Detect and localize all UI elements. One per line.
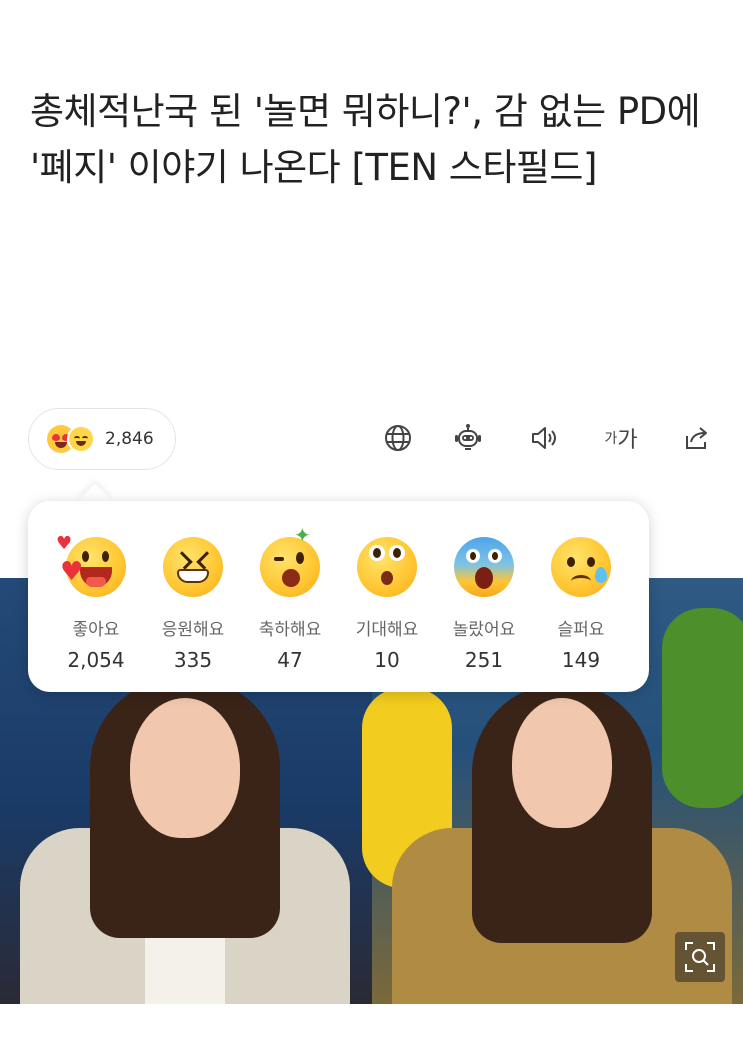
expect-face-icon <box>357 537 417 597</box>
zoom-image-button[interactable] <box>675 932 725 982</box>
reaction-count: 10 <box>374 648 400 672</box>
surprised-face-icon <box>454 537 514 597</box>
smile-face-icon <box>67 425 95 453</box>
love-face-icon: ♥ ♥ <box>56 535 126 597</box>
article-toolbar: 가가 <box>380 420 720 460</box>
share-icon[interactable] <box>678 420 714 456</box>
reaction-picker-popup: ♥ ♥ 좋아요 2,054 응원해요 335 ✦ 축하해요 47 기대해요 10… <box>28 501 649 692</box>
font-size-small-label: 가 <box>604 431 618 447</box>
reaction-label: 놀랐어요 <box>452 620 516 640</box>
reaction-label: 응원해요 <box>161 620 225 640</box>
reaction-like[interactable]: ♥ ♥ 좋아요 2,054 <box>46 525 146 672</box>
reaction-count: 47 <box>277 648 303 672</box>
reaction-surprised[interactable]: 놀랐어요 251 <box>434 525 534 672</box>
party-face-icon: ✦ <box>260 525 320 597</box>
reaction-congrats[interactable]: ✦ 축하해요 47 <box>240 525 340 672</box>
sad-face-icon <box>551 537 611 597</box>
reaction-label: 축하해요 <box>258 620 322 640</box>
reaction-cheer[interactable]: 응원해요 335 <box>143 525 243 672</box>
reaction-count: 335 <box>173 648 213 672</box>
robot-icon[interactable] <box>450 420 486 456</box>
speaker-icon[interactable] <box>526 420 562 456</box>
font-size-button[interactable]: 가가 <box>596 420 646 456</box>
cheer-face-icon <box>163 537 223 597</box>
reaction-expect[interactable]: 기대해요 10 <box>337 525 437 672</box>
reaction-count: 149 <box>561 648 601 672</box>
reaction-summary-button[interactable]: 2,846 <box>28 408 176 470</box>
reaction-total-count: 2,846 <box>105 429 154 449</box>
reaction-label: 좋아요 <box>72 620 120 640</box>
article-headline: 총체적난국 된 '놀면 뭐하니?', 감 없는 PD에 '폐지' 이야기 나온다… <box>30 90 701 189</box>
globe-icon[interactable] <box>380 420 416 456</box>
reaction-label: 기대해요 <box>355 620 419 640</box>
reaction-count: 251 <box>464 648 504 672</box>
font-size-large-label: 가 <box>617 428 638 453</box>
reaction-sad[interactable]: 슬퍼요 149 <box>531 525 631 672</box>
reaction-label: 슬퍼요 <box>557 620 605 640</box>
reaction-count: 2,054 <box>67 648 125 672</box>
zoom-icon <box>685 942 715 972</box>
